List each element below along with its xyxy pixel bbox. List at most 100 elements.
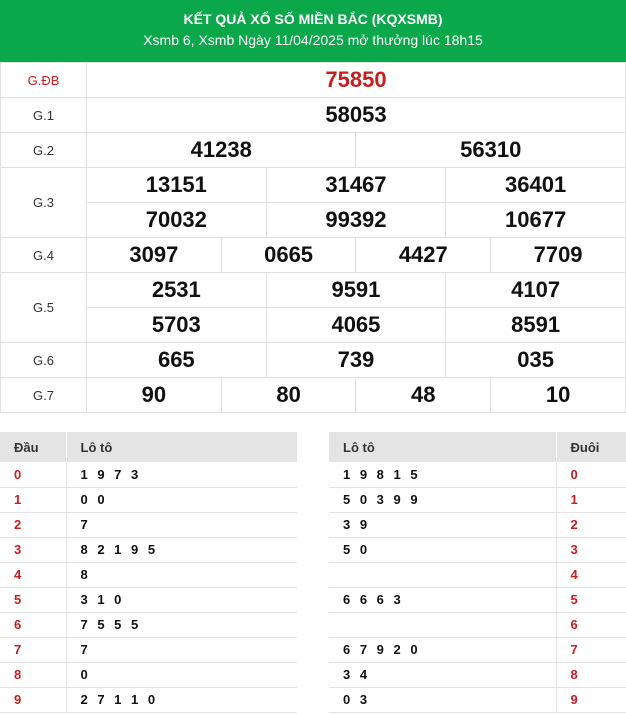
table-row: 6 [329, 612, 626, 638]
tail-digit: 2 [556, 512, 626, 538]
prize-number: 36401 [445, 167, 626, 203]
prize-row-gdb: G.ĐB 75850 [0, 62, 626, 98]
prize-number: 56310 [355, 132, 626, 168]
tail-digit: 1 [556, 487, 626, 513]
loto-values: 6 6 6 3 [329, 587, 557, 613]
head-digit: 8 [0, 662, 67, 688]
prize-label: G.ĐB [0, 62, 87, 98]
loto-values: 7 [66, 637, 297, 663]
head-digit: 1 [0, 487, 67, 513]
head-digit: 3 [0, 537, 67, 563]
prize-number: 48 [355, 377, 492, 413]
head-digit: 0 [0, 462, 67, 488]
prize-row-g3b: 70032 99392 10677 [1, 202, 626, 238]
table-row: 1 9 8 1 50 [329, 462, 626, 488]
loto-head-table: Đầu Lô tô 01 9 7 3 10 0 27 38 2 1 9 5 48… [0, 432, 297, 713]
table-row: 3 92 [329, 512, 626, 538]
prize-label: G.3 [0, 167, 87, 238]
prize-number: 58053 [86, 97, 626, 133]
tail-digit: 5 [556, 587, 626, 613]
head-digit: 6 [0, 612, 67, 638]
loto-values: 3 1 0 [66, 587, 297, 613]
prize-number: 9591 [265, 272, 447, 308]
prize-label: G.4 [0, 237, 87, 273]
prize-number: 31467 [265, 167, 447, 203]
loto-values: 1 9 7 3 [66, 462, 297, 488]
tail-digit: 7 [556, 637, 626, 663]
head-digit: 4 [0, 562, 67, 588]
loto-values: 8 [66, 562, 297, 588]
table-row: 10 0 [0, 487, 297, 513]
prize-row-g3: G.3 13151 31467 36401 [0, 167, 626, 238]
prize-number: 4107 [445, 272, 626, 308]
results-table: G.ĐB 75850 G.1 58053 G.2 41238 56310 G.3… [0, 62, 626, 413]
prize-row-g7: G.7 90 80 48 10 [0, 377, 626, 413]
tail-digit: 9 [556, 687, 626, 713]
tail-digit: 0 [556, 462, 626, 488]
column-header-loto: Lô tô [329, 432, 557, 462]
prize-number: 5703 [86, 307, 267, 343]
table-row: 38 2 1 9 5 [0, 537, 297, 563]
prize-number: 3097 [86, 237, 222, 273]
column-header-tail: Đuôi [556, 432, 626, 462]
head-digit: 5 [0, 587, 67, 613]
table-row: 01 9 7 3 [0, 462, 297, 488]
loto-values: 7 [66, 512, 297, 538]
prize-row-g5: G.5 2531 9591 4107 [0, 272, 626, 343]
prize-number: 2531 [86, 272, 267, 308]
loto-values: 1 9 8 1 5 [329, 462, 557, 488]
prize-number: 035 [445, 342, 626, 378]
table-row: 0 39 [329, 687, 626, 713]
prize-label: G.2 [0, 132, 87, 168]
loto-values: 2 7 1 1 0 [66, 687, 297, 713]
tail-digit: 8 [556, 662, 626, 688]
table-row: 4 [329, 562, 626, 588]
head-digit: 2 [0, 512, 67, 538]
prize-number: 4427 [355, 237, 492, 273]
table-row: 3 48 [329, 662, 626, 688]
table-row: 67 5 5 5 [0, 612, 297, 638]
table-row: 53 1 0 [0, 587, 297, 613]
prize-label: G.5 [0, 272, 87, 343]
table-row: 77 [0, 637, 297, 663]
loto-values: 0 0 [66, 487, 297, 513]
prize-row-g4: G.4 3097 0665 4427 7709 [0, 237, 626, 273]
prize-number: 13151 [86, 167, 267, 203]
loto-tail-table: Lô tô Đuôi 1 9 8 1 50 5 0 3 9 91 3 92 5 … [329, 432, 626, 713]
prize-number: 75850 [86, 62, 626, 98]
page-title: KẾT QUẢ XỔ SỐ MIỀN BẮC (KQXSMB) [183, 11, 443, 27]
table-row: 80 [0, 662, 297, 688]
loto-values [329, 562, 557, 588]
table-row: 92 7 1 1 0 [0, 687, 297, 713]
head-digit: 9 [0, 687, 67, 713]
table-row: 5 0 3 9 91 [329, 487, 626, 513]
loto-values: 5 0 3 9 9 [329, 487, 557, 513]
loto-values: 5 0 [329, 537, 557, 563]
loto-values: 0 [66, 662, 297, 688]
prize-number: 99392 [265, 202, 447, 238]
page-header: KẾT QUẢ XỔ SỐ MIỀN BẮC (KQXSMB) Xsmb 6, … [0, 0, 626, 62]
prize-number: 0665 [220, 237, 357, 273]
prize-number: 7709 [490, 237, 626, 273]
loto-values [329, 612, 557, 638]
prize-row-g2: G.2 41238 56310 [0, 132, 626, 168]
prize-number: 665 [86, 342, 267, 378]
table-row: 48 [0, 562, 297, 588]
loto-values: 3 9 [329, 512, 557, 538]
column-header-loto: Lô tô [66, 432, 297, 462]
prize-number: 10677 [445, 202, 626, 238]
prize-number: 739 [265, 342, 447, 378]
prize-number: 4065 [265, 307, 447, 343]
prize-number: 90 [86, 377, 222, 413]
prize-row-g1: G.1 58053 [0, 97, 626, 133]
prize-number: 80 [220, 377, 357, 413]
tail-digit: 4 [556, 562, 626, 588]
prize-label: G.7 [0, 377, 87, 413]
page-subtitle: Xsmb 6, Xsmb Ngày 11/04/2025 mở thưởng l… [143, 32, 483, 48]
loto-values: 8 2 1 9 5 [66, 537, 297, 563]
prize-number: 41238 [85, 132, 357, 168]
prize-row-g5b: 5703 4065 8591 [1, 307, 626, 343]
prize-label: G.1 [0, 97, 87, 133]
tail-digit: 3 [556, 537, 626, 563]
loto-values: 6 7 9 2 0 [329, 637, 557, 663]
